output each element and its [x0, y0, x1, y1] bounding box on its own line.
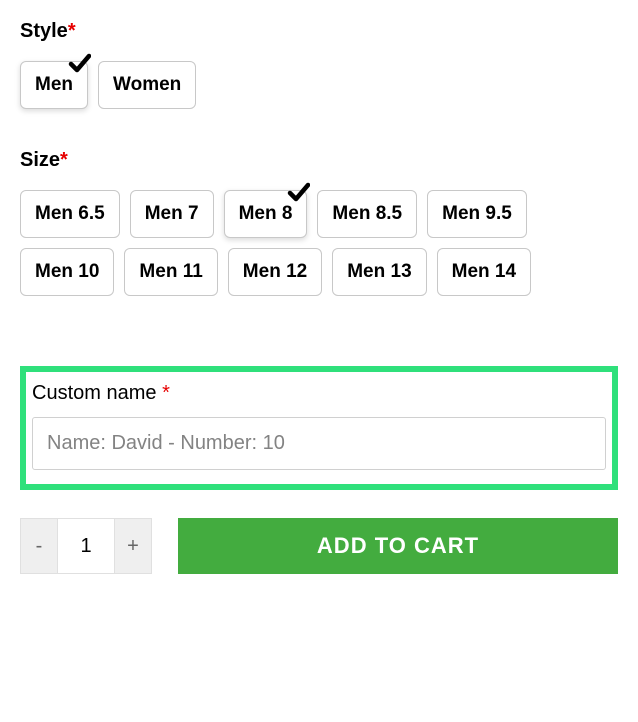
size-option-label: Men 8.5: [332, 203, 402, 224]
size-option-men-12[interactable]: Men 12: [228, 248, 322, 296]
size-section: Size* Men 6.5 Men 7 Men 8 Men 8.5 Men 9.…: [20, 149, 618, 296]
size-label: Size*: [20, 149, 618, 172]
size-option-men-13[interactable]: Men 13: [332, 248, 426, 296]
style-option-women-label: Women: [113, 74, 181, 95]
custom-name-label-text: Custom name: [32, 382, 162, 404]
size-option-men-14[interactable]: Men 14: [437, 248, 531, 296]
size-option-men-9-5[interactable]: Men 9.5: [427, 190, 527, 238]
size-option-label: Men 7: [145, 203, 199, 224]
custom-name-label: Custom name *: [32, 382, 606, 405]
style-option-women[interactable]: Women: [98, 61, 196, 109]
bottom-row: - + ADD TO CART: [20, 518, 618, 574]
custom-name-input[interactable]: [32, 417, 606, 470]
size-option-label: Men 10: [35, 261, 99, 282]
size-option-men-8-5[interactable]: Men 8.5: [317, 190, 417, 238]
style-label-text: Style: [20, 20, 68, 42]
qty-minus-button[interactable]: -: [20, 518, 58, 574]
custom-name-box: Custom name *: [20, 366, 618, 490]
size-option-label: Men 11: [139, 261, 202, 282]
style-option-men-label: Men: [35, 74, 73, 95]
add-to-cart-button[interactable]: ADD TO CART: [178, 518, 618, 574]
size-option-men-8[interactable]: Men 8: [224, 190, 308, 238]
size-label-text: Size: [20, 149, 60, 171]
size-option-label: Men 9.5: [442, 203, 512, 224]
size-option-men-6-5[interactable]: Men 6.5: [20, 190, 120, 238]
quantity-stepper: - +: [20, 518, 152, 574]
size-option-men-10[interactable]: Men 10: [20, 248, 114, 296]
style-label: Style*: [20, 20, 618, 43]
style-options: Men Women: [20, 61, 618, 109]
style-option-men[interactable]: Men: [20, 61, 88, 109]
check-icon: [67, 52, 91, 76]
required-marker: *: [162, 382, 170, 404]
required-marker: *: [60, 149, 68, 171]
style-section: Style* Men Women: [20, 20, 618, 109]
size-options: Men 6.5 Men 7 Men 8 Men 8.5 Men 9.5 Men …: [20, 190, 618, 296]
qty-plus-button[interactable]: +: [114, 518, 152, 574]
required-marker: *: [68, 20, 76, 42]
size-option-label: Men 12: [243, 261, 307, 282]
size-option-label: Men 14: [452, 261, 516, 282]
qty-value-input[interactable]: [58, 518, 114, 574]
check-icon: [286, 181, 310, 205]
size-option-label: Men 6.5: [35, 203, 105, 224]
size-option-men-11[interactable]: Men 11: [124, 248, 217, 296]
size-option-label: Men 8: [239, 203, 293, 224]
size-option-label: Men 13: [347, 261, 411, 282]
size-option-men-7[interactable]: Men 7: [130, 190, 214, 238]
